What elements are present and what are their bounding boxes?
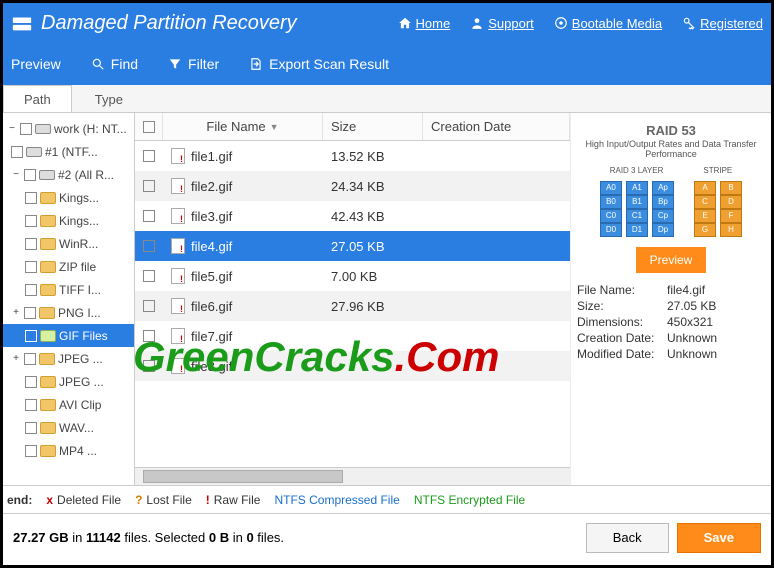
file-row[interactable]: file1.gif13.52 KB xyxy=(135,141,570,171)
app-header: Damaged Partition Recovery Home Support … xyxy=(3,3,771,43)
file-icon xyxy=(171,178,185,194)
view-tabs: Path Type xyxy=(3,85,771,113)
legend-raw: !Raw File xyxy=(206,493,261,507)
tree-drive-work[interactable]: −work (H: NT... xyxy=(3,117,134,140)
tree-folder-mp4[interactable]: MP4 ... xyxy=(3,439,134,462)
header-size[interactable]: Size xyxy=(323,113,423,140)
toolbar-find[interactable]: Find xyxy=(91,56,138,72)
tab-type[interactable]: Type xyxy=(74,85,144,112)
back-button[interactable]: Back xyxy=(586,523,669,553)
tree-folder-winr[interactable]: WinR... xyxy=(3,232,134,255)
file-icon xyxy=(171,208,185,224)
status-text: 27.27 GB in 11142 files. Selected 0 B in… xyxy=(13,530,578,545)
raid-section-labels: RAID 3 LAYERSTRIPE xyxy=(577,166,765,175)
tree-folder-kings1[interactable]: Kings... xyxy=(3,186,134,209)
folder-tree: −work (H: NT... #1 (NTF... −#2 (All R...… xyxy=(3,113,135,485)
filter-icon xyxy=(168,57,182,71)
file-icon xyxy=(171,148,185,164)
file-row[interactable]: file6.gif27.96 KB xyxy=(135,291,570,321)
file-row[interactable]: file3.gif42.43 KB xyxy=(135,201,570,231)
search-icon xyxy=(91,57,105,71)
toolbar-preview[interactable]: Preview xyxy=(11,56,61,72)
sort-arrow-icon: ▼ xyxy=(270,122,279,132)
column-headers: File Name▼ Size Creation Date xyxy=(135,113,570,141)
tree-folder-kings2[interactable]: Kings... xyxy=(3,209,134,232)
file-rows: file1.gif13.52 KBfile2.gif24.34 KBfile3.… xyxy=(135,141,570,381)
file-icon xyxy=(171,358,185,374)
horizontal-scrollbar[interactable] xyxy=(135,467,570,485)
nav-registered[interactable]: Registered xyxy=(682,16,763,31)
tree-partition-1[interactable]: #1 (NTF... xyxy=(3,140,134,163)
legend-deleted: xDeleted File xyxy=(46,493,121,507)
legend-ntfs-encrypted: NTFS Encrypted File xyxy=(414,493,525,507)
header-filename[interactable]: File Name▼ xyxy=(163,113,323,140)
toolbar-filter[interactable]: Filter xyxy=(168,56,219,72)
raid-diagram: A0B0C0D0 A1B1C1D1 ApBpCpDp ACEG BDFH xyxy=(577,181,765,237)
legend-lost: ?Lost File xyxy=(135,493,192,507)
content-area: −work (H: NT... #1 (NTF... −#2 (All R...… xyxy=(3,113,771,485)
toolbar: Preview Find Filter Export Scan Result xyxy=(3,43,771,85)
file-icon xyxy=(171,328,185,344)
tree-folder-jpeg2[interactable]: JPEG ... xyxy=(3,370,134,393)
file-row[interactable]: file2.gif24.34 KB xyxy=(135,171,570,201)
tree-folder-wav[interactable]: WAV... xyxy=(3,416,134,439)
legend-bar: end: xDeleted File ?Lost File !Raw File … xyxy=(3,485,771,513)
nav-support[interactable]: Support xyxy=(470,16,534,31)
nav-bootable[interactable]: Bootable Media xyxy=(554,16,662,31)
file-icon xyxy=(171,268,185,284)
file-row[interactable]: file4.gif27.05 KB xyxy=(135,231,570,261)
toolbar-export[interactable]: Export Scan Result xyxy=(249,56,389,72)
disk-icon xyxy=(11,12,33,34)
header-check-all[interactable] xyxy=(135,113,163,140)
export-icon xyxy=(249,57,263,71)
file-row[interactable]: file5.gif7.00 KB xyxy=(135,261,570,291)
header-nav: Home Support Bootable Media Registered xyxy=(398,16,763,31)
file-icon xyxy=(171,238,185,254)
preview-subtitle: High Input/Output Rates and Data Transfe… xyxy=(577,140,765,160)
tree-folder-avi[interactable]: AVI Clip xyxy=(3,393,134,416)
header-date[interactable]: Creation Date xyxy=(423,113,570,140)
support-icon xyxy=(470,16,484,30)
save-button[interactable]: Save xyxy=(677,523,761,553)
file-row[interactable]: file7.gif xyxy=(135,321,570,351)
tree-folder-jpeg1[interactable]: +JPEG ... xyxy=(3,347,134,370)
tree-partition-2[interactable]: −#2 (All R... xyxy=(3,163,134,186)
home-icon xyxy=(398,16,412,30)
file-metadata: File Name:file4.gif Size:27.05 KB Dimens… xyxy=(577,283,765,361)
status-bar: 27.27 GB in 11142 files. Selected 0 B in… xyxy=(3,513,771,561)
preview-button[interactable]: Preview xyxy=(636,247,707,273)
bootable-icon xyxy=(554,16,568,30)
tab-path[interactable]: Path xyxy=(3,85,72,112)
file-row[interactable]: file8.gif xyxy=(135,351,570,381)
key-icon xyxy=(682,16,696,30)
preview-panel: RAID 53 High Input/Output Rates and Data… xyxy=(571,113,771,485)
tree-folder-gif[interactable]: GIF Files xyxy=(3,324,134,347)
main-area: File Name▼ Size Creation Date file1.gif1… xyxy=(135,113,771,485)
app-title: Damaged Partition Recovery xyxy=(41,12,398,35)
nav-home[interactable]: Home xyxy=(398,16,451,31)
tree-folder-zip[interactable]: ZIP file xyxy=(3,255,134,278)
file-list: File Name▼ Size Creation Date file1.gif1… xyxy=(135,113,571,485)
tree-folder-png[interactable]: +PNG I... xyxy=(3,301,134,324)
preview-title: RAID 53 xyxy=(577,123,765,138)
tree-folder-tiff[interactable]: TIFF I... xyxy=(3,278,134,301)
file-icon xyxy=(171,298,185,314)
legend-ntfs-compressed: NTFS Compressed File xyxy=(274,493,399,507)
